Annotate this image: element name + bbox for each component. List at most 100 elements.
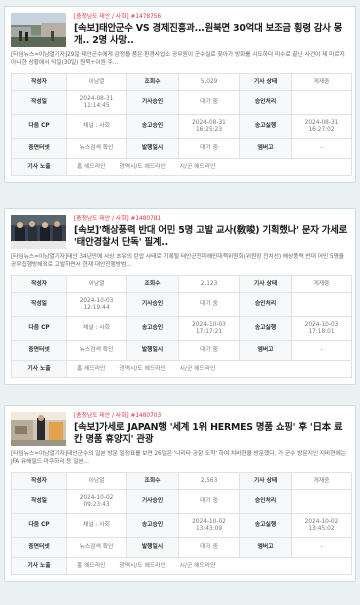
label-approval: 승인처리: [239, 489, 292, 514]
label-exposure-edit: 중면터넷: [11, 537, 67, 558]
exposure-province-headline[interactable]: 광역시/도 헤드라인: [119, 164, 165, 170]
label-send-status: 송고실행: [239, 316, 292, 341]
label-article-exposure: 기사 노출: [11, 557, 67, 575]
status-value: 게재중: [291, 472, 352, 490]
label-status: 기사 상태: [239, 73, 292, 91]
label-created: 작성일: [11, 90, 67, 115]
label-approver: 기사승인: [126, 292, 179, 317]
article-title[interactable]: [속보]'해상풍력 반대 어민 5명 고발 교사(敎唆) 기획했나' 문자 가세…: [74, 225, 349, 250]
send-approval-value: 2024-10-02 13:43:09: [178, 513, 240, 538]
approver-value: 대기 중: [178, 90, 240, 115]
label-article-exposure: 기사 노출: [11, 360, 67, 378]
label-article-exposure: 기사 노출: [11, 158, 67, 176]
exposure-city-headline[interactable]: 시/군 헤드라인: [180, 164, 216, 170]
article-title[interactable]: [속보]가세로 JAPAN행 '세계 1위 HERMES 명품 쇼핑' 후 '日…: [74, 422, 349, 447]
label-exposure-edit: 중면터넷: [11, 340, 67, 361]
channel-value: 채널 : 사회: [66, 316, 127, 341]
exposure-home-headline[interactable]: 홈 헤드라인: [77, 366, 106, 372]
article-summary: [타임뉴스=이남열기자]태안군수의 일본 방문 일정표를 보면 26일은 '나리…: [11, 450, 346, 466]
exposure-province-headline[interactable]: 광역시/도 헤드라인: [119, 563, 165, 569]
exposure-city-headline[interactable]: 시/군 헤드라인: [180, 366, 216, 372]
send-status-value: 2024-08-31 16:27:02: [291, 114, 352, 139]
exposure-province-headline[interactable]: 광역시/도 헤드라인: [119, 366, 165, 372]
approval-value: [291, 292, 352, 317]
approver-value: 대기 중: [178, 292, 240, 317]
status-value: 게재중: [291, 275, 352, 293]
channel-value: 채널 : 사회: [66, 114, 127, 139]
article-thumbnail[interactable]: [11, 215, 66, 249]
label-created: 작성일: [11, 489, 67, 514]
online-value: -: [291, 537, 352, 558]
label-send-status: 송고실행: [239, 114, 292, 139]
created-value: 2024-08-31 11:14:45: [66, 90, 127, 115]
writer-value: 이남열: [66, 472, 127, 490]
send-status-value: 2024-10-02 13:45:02: [291, 513, 352, 538]
label-publish: 발행일시: [126, 138, 179, 159]
label-daum-cp: 다음 CP: [11, 513, 67, 538]
label-approver: 기사승인: [126, 489, 179, 514]
article-title[interactable]: [속보]태안군수 VS 경제진흥과...원북면 30억대 보조금 횡령 감사 몽…: [74, 23, 349, 48]
status-value: 게재중: [291, 73, 352, 91]
approval-value: [291, 90, 352, 115]
label-daum-cp: 다음 CP: [11, 316, 67, 341]
writer-value: 이남열: [66, 275, 127, 293]
news-check-value[interactable]: 뉴스검색 확인: [66, 340, 127, 361]
article-thumbnail[interactable]: [11, 13, 66, 47]
label-status: 기사 상태: [239, 472, 292, 490]
send-approval-value: 2024-10-03 17:17:21: [178, 316, 240, 341]
article-summary: [타임뉴스=이남열기자]태안 34년만에 사상 초유의 탄압 사태로 기록될 태…: [11, 253, 344, 269]
exposure-home-headline[interactable]: 홈 헤드라인: [77, 164, 106, 170]
article-info-table: 작성자 이남열 조회수 5,029 기사 상태 게재중 작성일 2024-08-…: [11, 73, 352, 176]
exposure-list: 홈 헤드라인 광역시/도 헤드라인 시/군 헤드라인: [66, 557, 352, 575]
label-send-status: 송고실행: [239, 513, 292, 538]
label-send-approval: 송고승인: [126, 513, 179, 538]
online-value: -: [291, 340, 352, 361]
label-send-approval: 송고승인: [126, 114, 179, 139]
exposure-list: 홈 헤드라인 광역시/도 헤드라인 시/군 헤드라인: [66, 360, 352, 378]
label-views: 조회수: [126, 275, 179, 293]
label-approval: 승인처리: [239, 90, 292, 115]
label-online: 엠버고: [239, 138, 292, 159]
exposure-list: 홈 헤드라인 광역시/도 헤드라인 시/군 헤드라인: [66, 158, 352, 176]
label-daum-cp: 다음 CP: [11, 114, 67, 139]
label-exposure-edit: 중면터넷: [11, 138, 67, 159]
views-value: 2,123: [178, 275, 240, 293]
article-summary: [타임뉴스=이남열기자]29일 태안군수에게 감정을 품은 환경사업소 공무원이…: [11, 51, 345, 67]
online-value: -: [291, 138, 352, 159]
article-thumbnail[interactable]: [11, 412, 66, 446]
views-value: 2,563: [178, 472, 240, 490]
article-info-table: 작성자 이남열 조회수 2,123 기사 상태 게재중 작성일 2024-10-…: [11, 275, 352, 378]
label-approver: 기사승인: [126, 90, 179, 115]
label-created: 작성일: [11, 292, 67, 317]
news-check-value[interactable]: 뉴스검색 확인: [66, 138, 127, 159]
created-value: 2024-10-02 09:23:43: [66, 489, 127, 514]
send-approval-value: 2024-08-31 16:25:23: [178, 114, 240, 139]
label-publish: 발행일시: [126, 537, 179, 558]
exposure-city-headline[interactable]: 시/군 헤드라인: [180, 563, 216, 569]
views-value: 5,029: [178, 73, 240, 91]
exposure-home-headline[interactable]: 홈 헤드라인: [77, 563, 106, 569]
label-approval: 승인처리: [239, 292, 292, 317]
approver-value: 대기 중: [178, 489, 240, 514]
label-writer: 작성자: [11, 275, 67, 293]
article-card: [충청남도 태안 / 사회] #1480781 [속보]'해상풍력 반대 어민 …: [4, 208, 356, 385]
label-online: 엠버고: [239, 537, 292, 558]
label-writer: 작성자: [11, 472, 67, 490]
writer-value: 이남열: [66, 73, 127, 91]
channel-value: 채널 : 사회: [66, 513, 127, 538]
label-send-approval: 송고승인: [126, 316, 179, 341]
label-views: 조회수: [126, 73, 179, 91]
label-publish: 발행일시: [126, 340, 179, 361]
article-category: [충청남도 태안 / 사회] #1478756: [74, 14, 162, 20]
article-card: [충청남도 태안 / 사회] #1478756 [속보]태안군수 VS 경제진흥…: [4, 6, 356, 183]
send-status-value: 2024-10-03 17:18:01: [291, 316, 352, 341]
article-category: [충청남도 태안 / 사회] #1480781: [74, 216, 162, 222]
article-info-table: 작성자 이남열 조회수 2,563 기사 상태 게재중 작성일 2024-10-…: [11, 472, 352, 575]
label-online: 엠버고: [239, 340, 292, 361]
label-views: 조회수: [126, 472, 179, 490]
publish-value: 대기 중: [178, 537, 240, 558]
label-writer: 작성자: [11, 73, 67, 91]
news-check-value[interactable]: 뉴스검색 확인: [66, 537, 127, 558]
created-value: 2024-10-03 12:19:44: [66, 292, 127, 317]
article-category: [충청남도 태안 / 사회] #1480703: [74, 413, 162, 419]
